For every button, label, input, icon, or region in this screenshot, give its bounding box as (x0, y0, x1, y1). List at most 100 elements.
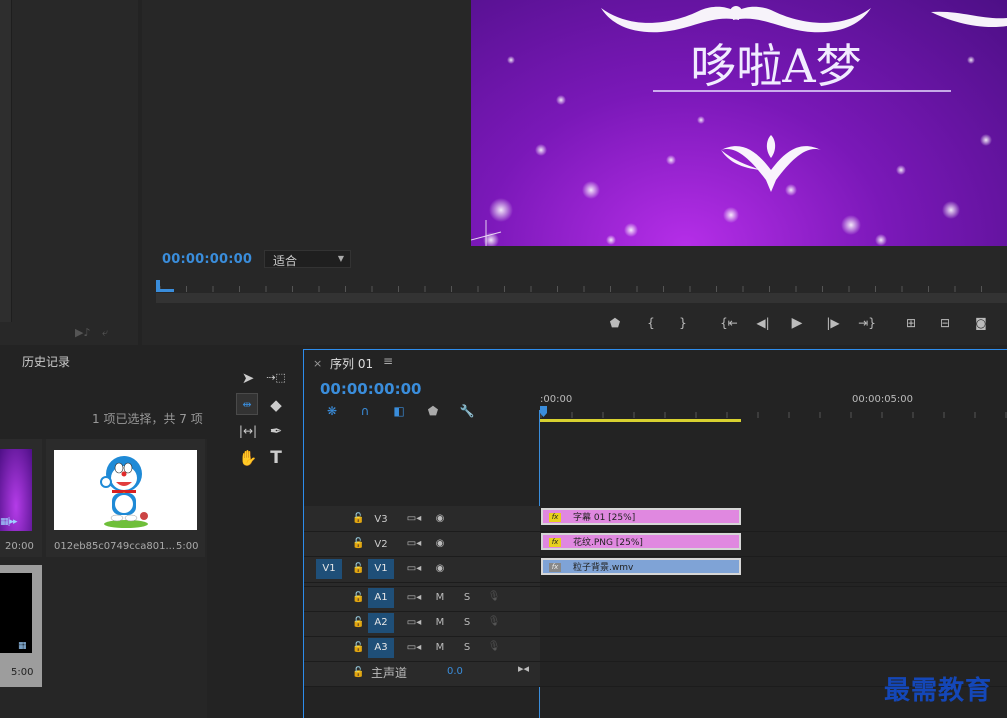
play-icon[interactable]: ▶ (786, 312, 808, 334)
list-item[interactable]: ▦|▸▸ 20:00 (0, 439, 42, 557)
timeline-playhead[interactable] (540, 406, 548, 418)
export-frame-icon[interactable]: ◙ (970, 312, 992, 334)
eye-icon[interactable]: ◉ (432, 513, 448, 524)
source-panel: ▶♪ ⤶ (0, 0, 138, 345)
master-expand-icon[interactable]: ▸◂ (518, 662, 529, 675)
mic-icon[interactable]: 🎙 (486, 616, 502, 627)
lock-icon[interactable]: 🔓 (352, 592, 364, 603)
insert-icon[interactable]: ▶♪ (75, 326, 91, 340)
track-select-tool-icon[interactable]: ⇢⬚ (265, 367, 287, 389)
mark-in-icon[interactable]: { (640, 312, 662, 334)
step-forward-icon[interactable]: |▶ (822, 312, 844, 334)
lock-icon[interactable]: 🔓 (352, 617, 364, 628)
work-area-bar[interactable] (540, 419, 741, 422)
slip-tool-icon[interactable]: |↔| (237, 420, 259, 442)
track-headers (304, 506, 540, 686)
timeline-ruler[interactable]: :00:00 00:00:05:00 (540, 388, 1007, 424)
linked-selection-icon[interactable]: ◧ (391, 404, 407, 418)
solo-button[interactable]: S (459, 617, 475, 628)
tools-panel: ➤ ⇢⬚ ⇹ ◆ |↔| ✒ ✋ T (224, 349, 300, 718)
marker-icon[interactable]: ⬟ (604, 312, 626, 334)
tab-sequence[interactable]: 序列 01 (330, 355, 373, 372)
clip-particle-bg[interactable]: fx 粒子背景.wmv (541, 558, 741, 575)
program-video-frame: 哆啦A梦 (471, 0, 1007, 246)
type-tool-icon[interactable]: T (265, 447, 287, 469)
history-panel: 历史记录 1 项已选择，共 7 项 ▦|▸▸ 20:00 012eb85c074… (0, 349, 220, 718)
video-frame-art: 哆啦A梦 (471, 6, 1007, 246)
track-label-a1[interactable]: A1 (368, 588, 394, 608)
mute-button[interactable]: M (432, 642, 448, 653)
camera-icon[interactable]: ▭◂ (406, 513, 422, 524)
razor-tool-icon[interactable]: ◆ (265, 394, 287, 416)
step-back-icon[interactable]: ◀| (752, 312, 774, 334)
ripple-edit-tool-icon[interactable]: ⇹ (236, 393, 258, 415)
close-icon[interactable]: × (313, 357, 322, 370)
clip-pattern-png[interactable]: fx 花纹.PNG [25%] (541, 533, 741, 550)
mark-out-icon[interactable]: } (672, 312, 694, 334)
program-monitor: 哆啦A梦 00:00:00:00 适合 ▼ ⬟ { } {⇤ ◀| ▶ |▶ ⇥… (142, 0, 1007, 345)
fit-zoom-value: 适合 (273, 254, 298, 268)
fit-zoom-select[interactable]: 适合 ▼ (264, 250, 351, 268)
timeline-timecode[interactable]: 00:00:00:00 (320, 380, 422, 398)
selection-count: 1 项已选择，共 7 项 (92, 412, 203, 426)
track-label-v2[interactable]: V2 (368, 535, 394, 555)
extract-icon[interactable]: ⊟ (934, 312, 956, 334)
panel-menu-icon[interactable]: ≡ (383, 354, 393, 368)
snap-magnet-icon[interactable]: ∩ (357, 404, 373, 418)
mic-icon[interactable]: 🎙 (486, 591, 502, 602)
camera-icon[interactable]: ▭◂ (406, 642, 422, 653)
lock-icon[interactable]: 🔓 (352, 538, 364, 549)
program-zoom-scrollbar[interactable] (156, 293, 1007, 303)
camera-icon[interactable]: ▭◂ (406, 563, 422, 574)
timeline-ruler-ticks (540, 412, 1007, 418)
track-label-a3[interactable]: A3 (368, 638, 394, 658)
track-label-a2[interactable]: A2 (368, 613, 394, 633)
list-item[interactable]: 012eb85c0749cca801... 5:00 (46, 439, 205, 557)
fx-badge-icon: fx (549, 538, 561, 547)
program-playhead[interactable] (156, 280, 174, 292)
camera-icon[interactable]: ▭◂ (406, 617, 422, 628)
mic-icon[interactable]: 🎙 (486, 641, 502, 652)
fx-badge-icon: fx (549, 563, 561, 572)
add-marker-icon[interactable]: ⬟ (425, 404, 441, 418)
master-volume-value[interactable]: 0.0 (447, 666, 463, 677)
wrench-icon[interactable]: 🔧 (459, 404, 475, 418)
lock-icon[interactable]: 🔓 (352, 642, 364, 653)
program-time-ruler[interactable] (156, 280, 1007, 304)
pen-tool-icon[interactable]: ✒ (265, 420, 287, 442)
lift-icon[interactable]: ⊞ (900, 312, 922, 334)
track-label-v1[interactable]: V1 (368, 559, 394, 579)
camera-icon[interactable]: ▭◂ (406, 538, 422, 549)
lock-icon[interactable]: 🔓 (352, 513, 364, 524)
lock-icon[interactable]: 🔓 (352, 667, 364, 678)
go-to-in-icon[interactable]: {⇤ (718, 312, 740, 334)
eye-icon[interactable]: ◉ (432, 563, 448, 574)
solo-button[interactable]: S (459, 642, 475, 653)
eye-icon[interactable]: ◉ (432, 538, 448, 549)
project-thumbnails: ▦|▸▸ 20:00 012eb85c0749cca801... 5:00 ▦ … (0, 439, 207, 718)
program-timecode[interactable]: 00:00:00:00 (162, 252, 252, 267)
source-track-v1[interactable]: V1 (316, 559, 342, 579)
overwrite-icon[interactable]: ⤶ (102, 326, 118, 340)
track-label-v3[interactable]: V3 (368, 510, 394, 530)
watermark: 最需教育 (884, 676, 993, 706)
nest-icon[interactable]: ❋ (324, 404, 340, 418)
clip-name: 粒子背景.wmv (573, 563, 634, 573)
history-tab[interactable]: 历史记录 (22, 353, 70, 370)
item-label: 012eb85c0749cca801... (54, 541, 176, 552)
item-duration: 5:00 (176, 541, 199, 552)
clip-title-01[interactable]: fx 字幕 01 [25%] (541, 508, 741, 525)
go-to-out-icon[interactable]: ⇥} (856, 312, 878, 334)
item-duration: 20:00 (5, 541, 34, 552)
program-ruler-ticks (159, 286, 982, 292)
ruler-start-label: :00:00 (540, 394, 573, 405)
selection-tool-icon[interactable]: ➤ (237, 367, 259, 389)
clip-name: 花纹.PNG [25%] (573, 538, 643, 548)
solo-button[interactable]: S (459, 592, 475, 603)
lock-icon[interactable]: 🔓 (352, 563, 364, 574)
mute-button[interactable]: M (432, 617, 448, 628)
camera-icon[interactable]: ▭◂ (406, 592, 422, 603)
hand-tool-icon[interactable]: ✋ (237, 447, 259, 469)
mute-button[interactable]: M (432, 592, 448, 603)
list-item[interactable]: ▦ 5:00 (0, 565, 42, 687)
